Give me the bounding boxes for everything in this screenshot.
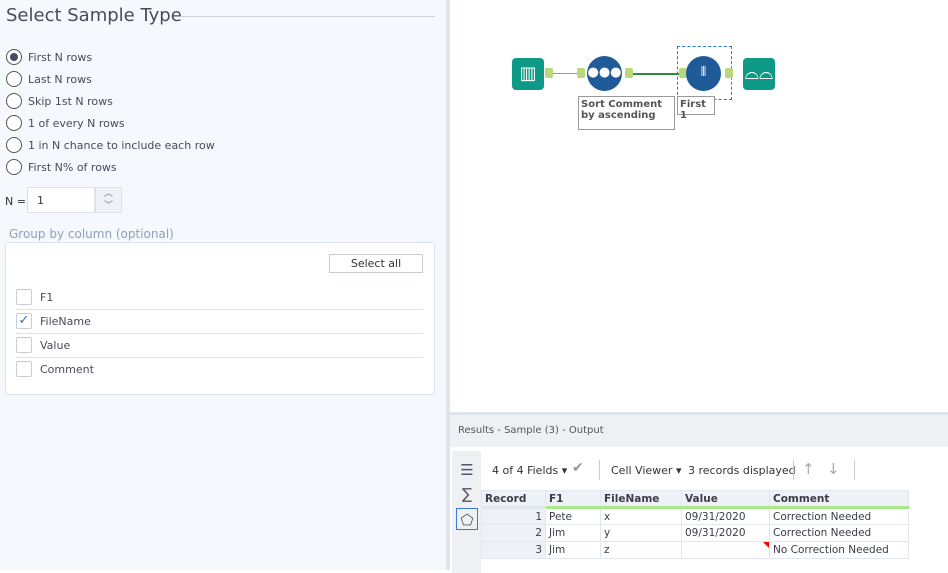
table-cell[interactable]: Pete xyxy=(545,507,601,525)
table-row[interactable]: 3 Jim z No Correction Needed xyxy=(481,541,909,559)
table-cell[interactable]: 3 xyxy=(481,541,546,559)
results-table: Record F1 FileName Value Comment 1 Pete x 09/31… xyxy=(481,490,909,559)
n-label: N = xyxy=(5,195,26,208)
table-cell[interactable]: 2 xyxy=(481,524,546,542)
results-pane: Results - Sample (3) - Output ☰ ∑ ⬠ 4 of… xyxy=(450,412,948,573)
radio-label: 1 in N chance to include each row xyxy=(28,138,215,152)
table-cell[interactable] xyxy=(681,541,770,559)
list-divider xyxy=(16,357,423,358)
select-all-button[interactable]: Select all xyxy=(329,254,423,273)
checkbox-label: F1 xyxy=(40,290,54,304)
table-row[interactable]: 1 Pete x 09/31/2020 Correction Needed xyxy=(481,507,909,525)
radio-label: First N rows xyxy=(28,50,93,64)
radio-label: 1 of every N rows xyxy=(28,116,125,130)
table-cell[interactable]: 09/31/2020 xyxy=(681,524,770,542)
column-checkbox-item[interactable]: Value xyxy=(16,335,423,355)
column-header[interactable]: F1 xyxy=(545,490,601,509)
sort-tool-icon[interactable]: ●●● xyxy=(587,56,622,91)
chevron-down-icon[interactable]: ﹀ xyxy=(96,200,121,212)
n-input[interactable]: 1 xyxy=(27,187,95,213)
table-cell[interactable]: No Correction Needed xyxy=(769,541,909,559)
radio-button[interactable] xyxy=(6,93,22,109)
sort-annotation[interactable]: Sort Comment by ascending xyxy=(578,96,675,130)
column-header[interactable]: FileName xyxy=(600,490,682,509)
results-sidebar: ☰ ∑ ⬠ xyxy=(452,451,481,573)
connection xyxy=(553,73,577,74)
sum-icon[interactable]: ∑ xyxy=(456,483,478,505)
table-cell[interactable]: y xyxy=(600,524,682,542)
radio-option[interactable]: First N rows xyxy=(6,48,92,66)
output-anchor[interactable] xyxy=(625,68,633,78)
radio-button[interactable] xyxy=(6,137,22,153)
table-cell[interactable]: Jim xyxy=(545,524,601,542)
checkbox-label: Value xyxy=(40,338,71,352)
column-header[interactable]: Value xyxy=(681,490,770,509)
toolbar-divider xyxy=(793,460,794,480)
table-cell[interactable]: z xyxy=(600,541,682,559)
browse-tool-icon[interactable]: ⌓⌓ xyxy=(743,58,775,90)
radio-label: First N% of rows xyxy=(28,160,117,174)
table-cell[interactable]: 09/31/2020 xyxy=(681,507,770,525)
radio-option[interactable]: 1 of every N rows xyxy=(6,114,125,132)
title-divider xyxy=(180,16,435,17)
radio-button[interactable] xyxy=(6,115,22,131)
column-checkbox-item[interactable]: ✓ FileName xyxy=(16,311,423,331)
column-header[interactable]: Record xyxy=(481,490,546,509)
input-anchor[interactable] xyxy=(577,68,585,78)
column-checkbox-item[interactable]: Comment xyxy=(16,359,423,379)
radio-button[interactable] xyxy=(6,159,22,175)
chevron-up-icon[interactable]: ︿ xyxy=(96,188,121,200)
fields-label: 4 of 4 Fields xyxy=(492,464,559,477)
toolbar-divider xyxy=(599,460,600,480)
fields-dropdown[interactable]: 4 of 4 Fields ▾ xyxy=(492,464,567,477)
group-by-label: Group by column (optional) xyxy=(9,227,174,241)
arrow-down-icon[interactable]: ↓ xyxy=(827,460,840,478)
table-row[interactable]: 2 Jim y 09/31/2020 Correction Needed xyxy=(481,524,909,542)
radio-dot xyxy=(10,53,18,61)
sample-tool-icon[interactable]: ⫴ xyxy=(686,56,721,91)
radio-option[interactable]: 1 in N chance to include each row xyxy=(6,136,215,154)
checkbox[interactable] xyxy=(16,289,32,305)
apply-check-icon[interactable]: ✔ xyxy=(572,460,584,476)
configuration-panel: Select Sample Type First N rows Last N ro… xyxy=(0,0,446,570)
checkbox[interactable]: ✓ xyxy=(16,313,32,329)
results-header: Results - Sample (3) - Output xyxy=(450,415,948,447)
radio-label: Skip 1st N rows xyxy=(28,94,113,108)
input-data-tool-icon[interactable]: ▥ xyxy=(512,58,544,90)
checkbox[interactable] xyxy=(16,337,32,353)
radio-option[interactable]: Last N rows xyxy=(6,70,92,88)
list-divider xyxy=(16,333,423,334)
table-cell[interactable]: 1 xyxy=(481,507,546,525)
column-header[interactable]: Comment xyxy=(769,490,909,509)
radio-option[interactable]: First N% of rows xyxy=(6,158,117,176)
sample-annotation[interactable]: First 1 xyxy=(677,96,715,121)
n-stepper[interactable]: ︿ ﹀ xyxy=(95,187,122,213)
checkbox[interactable] xyxy=(16,361,32,377)
connection xyxy=(633,73,680,75)
tag-icon[interactable]: ⬠ xyxy=(456,508,478,530)
table-cell[interactable]: Jim xyxy=(545,541,601,559)
checkbox-label: FileName xyxy=(40,314,91,328)
radio-button[interactable] xyxy=(6,71,22,87)
radio-button[interactable] xyxy=(6,49,22,65)
table-cell[interactable]: x xyxy=(600,507,682,525)
list-divider xyxy=(16,309,423,310)
output-anchor[interactable] xyxy=(725,68,733,78)
records-count: 3 records displayed xyxy=(688,464,796,477)
output-anchor[interactable] xyxy=(545,68,553,78)
checkbox-label: Comment xyxy=(40,362,94,376)
cell-viewer-label: Cell Viewer xyxy=(611,464,673,477)
table-cell[interactable]: Correction Needed xyxy=(769,507,909,525)
cell-viewer-dropdown[interactable]: Cell Viewer ▾ xyxy=(611,464,681,477)
radio-option[interactable]: Skip 1st N rows xyxy=(6,92,113,110)
radio-label: Last N rows xyxy=(28,72,92,86)
column-checkbox-item[interactable]: F1 xyxy=(16,287,423,307)
table-cell[interactable]: Correction Needed xyxy=(769,524,909,542)
arrow-up-icon[interactable]: ↑ xyxy=(802,460,815,478)
workflow-canvas[interactable]: ▥ ●●● ⫴ ⌓⌓ Sort Comment by ascending Fir… xyxy=(450,0,948,412)
panel-title: Select Sample Type xyxy=(6,5,182,26)
table-view-icon[interactable]: ☰ xyxy=(456,459,478,481)
toolbar-divider xyxy=(854,460,855,480)
